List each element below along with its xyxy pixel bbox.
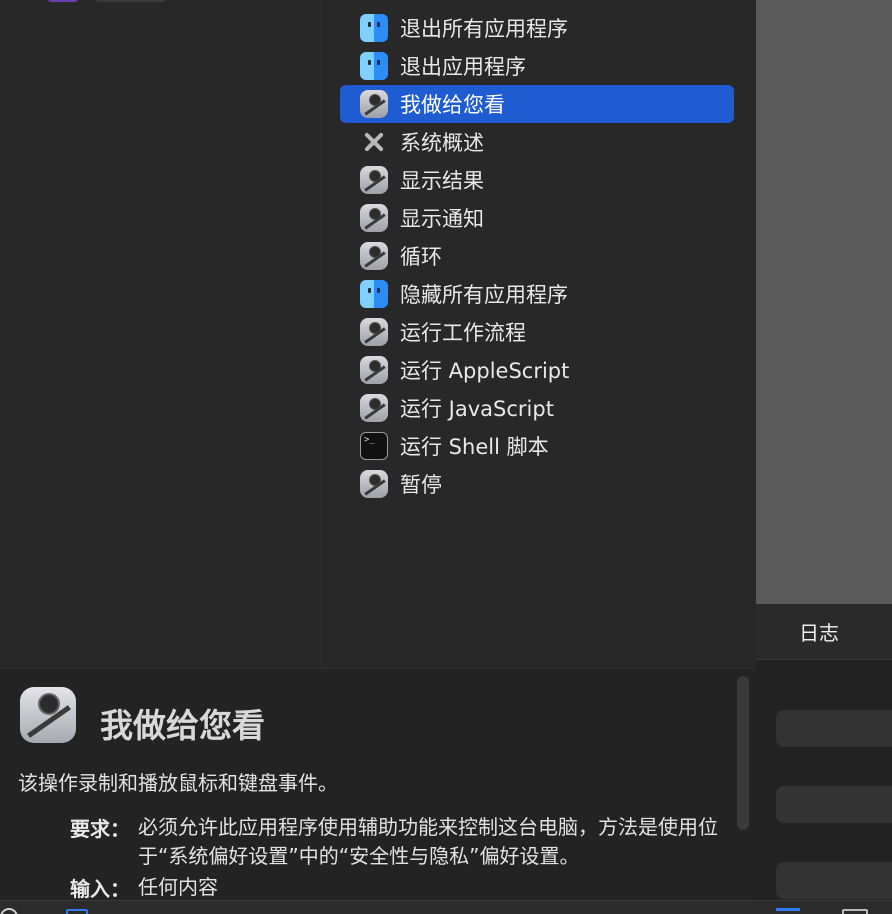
automator-icon: [360, 166, 388, 194]
automator-icon: [360, 394, 388, 422]
view-toggle-icon[interactable]: [66, 909, 88, 914]
action-item[interactable]: 隐藏所有应用程序: [340, 275, 734, 313]
actions-list: 退出所有应用程序 退出应用程序 我做给您看系统概述显示结果显示通知循环隐藏所有应用程…: [340, 9, 734, 503]
automator-icon: [360, 204, 388, 232]
action-label: 循环: [400, 245, 442, 269]
library-item-label[interactable]: [96, 0, 166, 2]
action-item[interactable]: 运行 AppleScript: [340, 351, 734, 389]
action-label: 运行 JavaScript: [400, 397, 554, 421]
action-item[interactable]: >_ 运行 Shell 脚本: [340, 427, 734, 465]
automator-icon: [360, 318, 388, 346]
automator-icon: [360, 356, 388, 384]
action-label: 运行 Shell 脚本: [400, 435, 549, 459]
action-label: 暂停: [400, 473, 442, 497]
requires-row: 要求： 必须允许此应用程序使用辅助功能来控制这台电脑，方法是使用位于“系统偏好设…: [70, 813, 738, 871]
action-label: 运行工作流程: [400, 321, 526, 345]
finder-icon: [360, 52, 388, 80]
action-label: 退出所有应用程序: [400, 17, 568, 41]
action-label: 退出应用程序: [400, 55, 526, 79]
log-entry: [776, 710, 892, 747]
description-scrollbar[interactable]: [737, 676, 749, 830]
input-text: 任何内容: [138, 875, 218, 899]
input-row: 输入： 任何内容: [70, 873, 738, 902]
automator-icon: [360, 242, 388, 270]
library-item-icon[interactable]: [48, 0, 78, 2]
action-label: 隐藏所有应用程序: [400, 283, 568, 307]
action-item[interactable]: 循环: [340, 237, 734, 275]
automator-window: 退出所有应用程序 退出应用程序 我做给您看 系统概述 显示结果 显示通知 循环 隐藏所有应用程…: [0, 0, 892, 914]
action-label: 显示结果: [400, 169, 484, 193]
log-header[interactable]: 日志: [756, 604, 892, 660]
log-pane: [756, 661, 892, 900]
finder-icon: [360, 14, 388, 42]
input-label: 输入：: [70, 877, 130, 901]
action-item[interactable]: 系统概述: [340, 123, 734, 161]
finder-icon: [360, 280, 388, 308]
action-label: 运行 AppleScript: [400, 359, 570, 383]
automator-icon: [20, 687, 76, 743]
action-item[interactable]: 暂停: [340, 465, 734, 503]
action-item[interactable]: 显示通知: [340, 199, 734, 237]
bottom-toolbar: [0, 900, 892, 914]
action-item[interactable]: 退出所有应用程序: [340, 9, 734, 47]
action-item[interactable]: 我做给您看: [340, 85, 734, 123]
action-label: 系统概述: [400, 131, 484, 155]
description-pane: 我做给您看 该操作录制和播放鼠标和键盘事件。 要求： 必须允许此应用程序使用辅助…: [0, 668, 756, 901]
log-entry: [776, 862, 892, 899]
action-item[interactable]: 显示结果: [340, 161, 734, 199]
automator-icon: [360, 470, 388, 498]
requires-text: 必须允许此应用程序使用辅助功能来控制这台电脑，方法是使用位于“系统偏好设置”中的…: [138, 815, 718, 868]
library-pane: [0, 0, 320, 668]
tools-icon: [360, 128, 388, 156]
description-summary: 该操作录制和播放鼠标和键盘事件。: [18, 771, 338, 795]
action-label: 显示通知: [400, 207, 484, 231]
log-title: 日志: [799, 621, 839, 645]
requires-label: 要求：: [70, 817, 130, 841]
action-item[interactable]: 运行 JavaScript: [340, 389, 734, 427]
description-title: 我做给您看: [100, 706, 265, 745]
action-item[interactable]: 退出应用程序: [340, 47, 734, 85]
terminal-icon: >_: [360, 432, 388, 460]
list-view-icon[interactable]: [776, 908, 800, 914]
automator-icon: [360, 90, 388, 118]
action-label: 我做给您看: [400, 93, 505, 117]
workflow-canvas[interactable]: [756, 0, 892, 604]
action-item[interactable]: 运行工作流程: [340, 313, 734, 351]
panel-toggle-icon[interactable]: [842, 909, 868, 914]
log-entry: [776, 786, 892, 823]
